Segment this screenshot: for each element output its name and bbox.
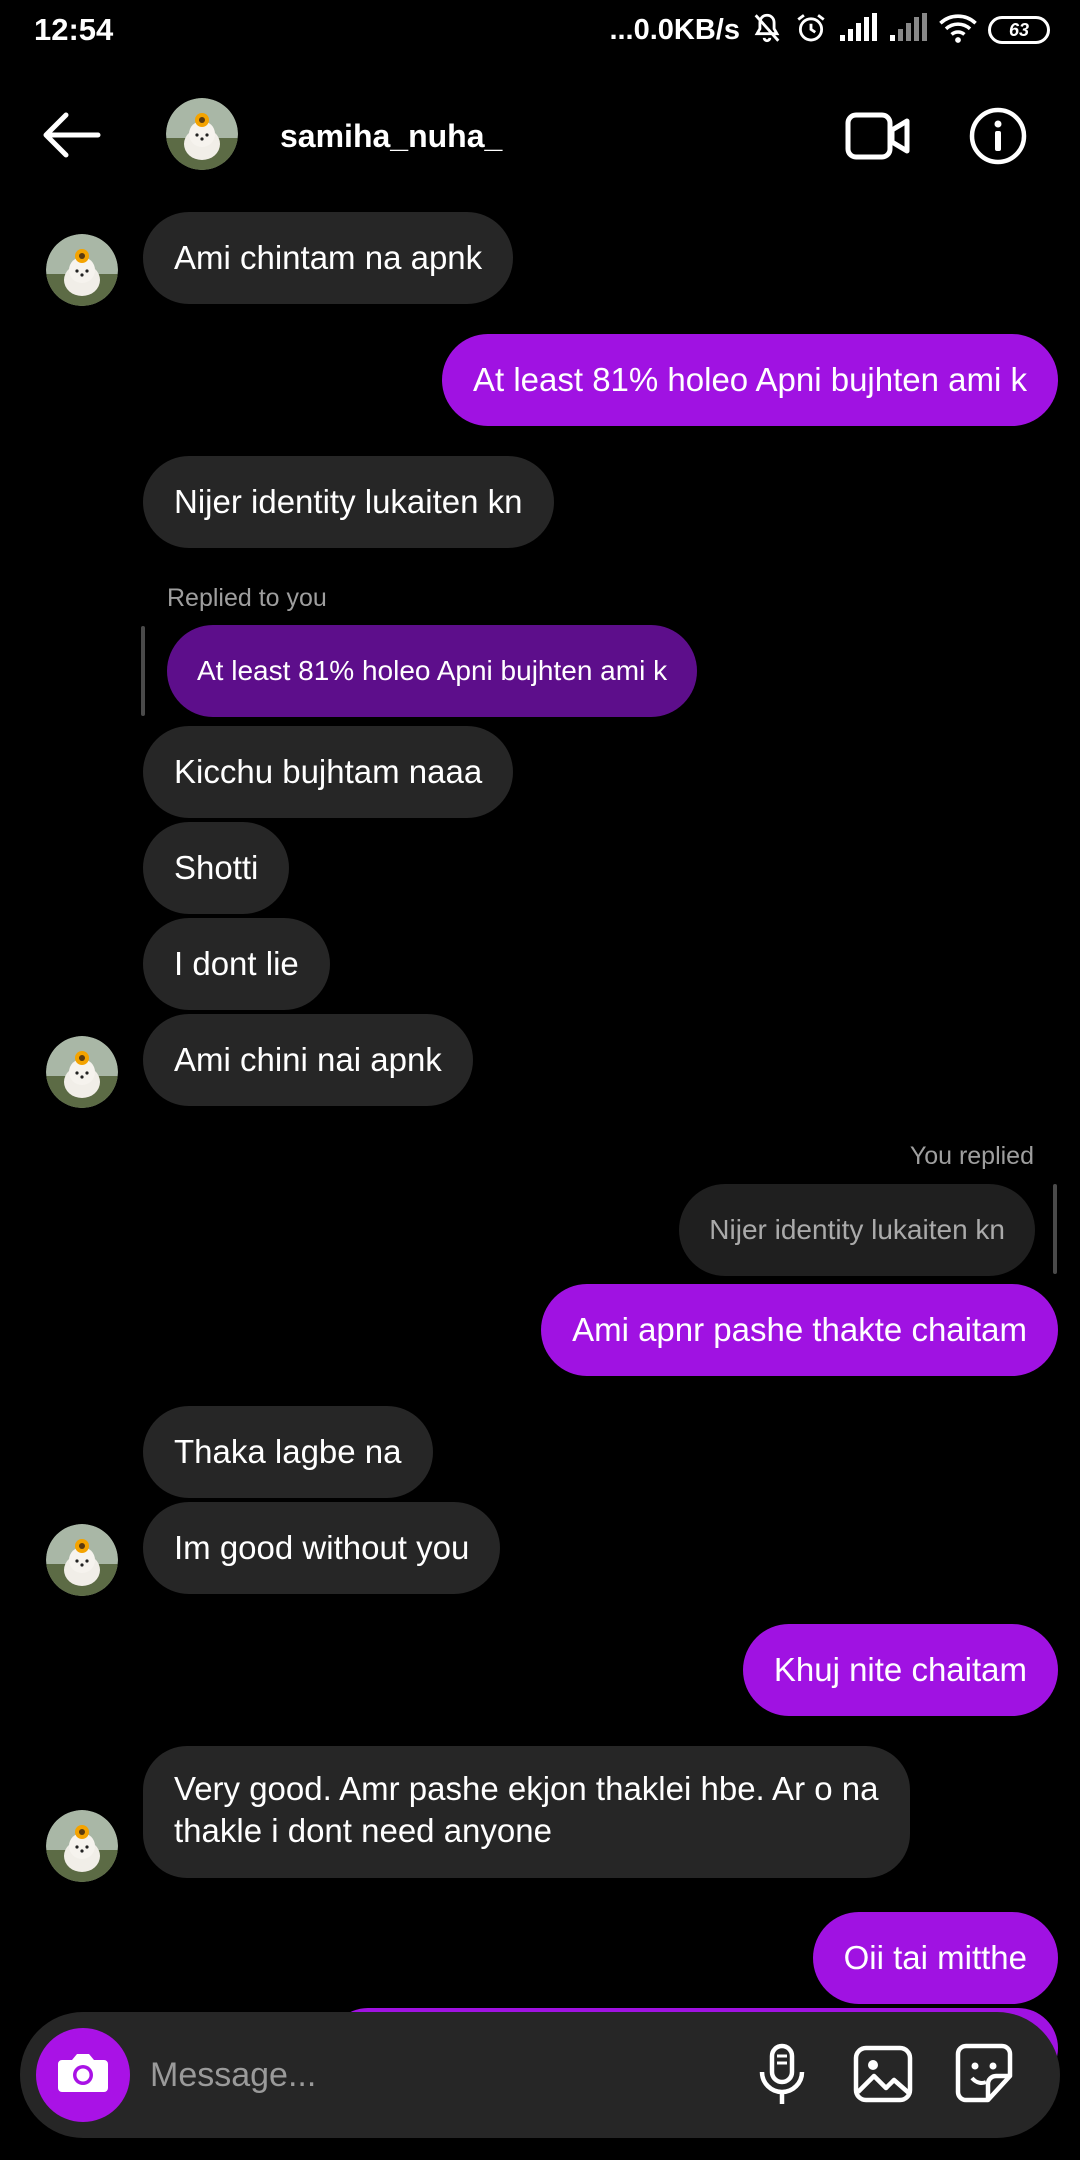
incoming-message[interactable]: Thaka lagbe na (143, 1406, 433, 1498)
back-arrow-icon (38, 112, 104, 164)
incoming-message[interactable]: Shotti (143, 822, 290, 914)
quoted-message[interactable]: Nijer identity lukaiten kn (679, 1184, 1035, 1276)
incoming-message[interactable]: I dont lie (143, 918, 330, 1010)
incoming-message[interactable]: Very good. Amr pashe ekjon thaklei hbe. … (143, 1746, 910, 1878)
avatar[interactable] (46, 234, 118, 306)
incoming-message[interactable]: Im good without you (143, 1502, 501, 1594)
network-speed: ...0.0KB/s (609, 13, 740, 46)
status-bar: 12:54 ...0.0KB/s 63 (0, 0, 1080, 62)
message-input[interactable] (150, 2040, 750, 2110)
wifi-icon (938, 12, 978, 49)
microphone-button[interactable] (750, 2042, 814, 2108)
incoming-message[interactable]: Ami chini nai apnk (143, 1014, 473, 1106)
video-call-icon (845, 112, 911, 166)
outgoing-message[interactable]: Ami apnr pashe thakte chaitam (541, 1284, 1058, 1376)
outgoing-message[interactable]: Khuj nite chaitam (742, 1624, 1058, 1716)
chat-header: samiha_nuha_ (0, 80, 1080, 190)
chat-username[interactable]: samiha_nuha_ (280, 118, 502, 155)
avatar[interactable] (166, 98, 238, 170)
camera-button[interactable] (36, 2028, 130, 2122)
info-button[interactable] (968, 106, 1028, 166)
info-icon (968, 107, 1028, 170)
microphone-icon (750, 2043, 814, 2112)
signal-icon (888, 12, 928, 48)
mute-icon (750, 11, 784, 50)
back-button[interactable] (38, 110, 104, 160)
outgoing-message[interactable]: Oii tai mitthe (812, 1912, 1058, 2004)
incoming-message[interactable]: Ami chintam na apnk (143, 212, 514, 304)
incoming-message[interactable]: Kicchu bujhtam naaa (143, 726, 514, 818)
gallery-icon (852, 2045, 914, 2110)
avatar[interactable] (46, 1036, 118, 1108)
reply-bar (1053, 1184, 1057, 1274)
camera-icon (56, 2050, 110, 2101)
quoted-message[interactable]: At least 81% holeo Apni bujhten ami k (167, 625, 698, 717)
avatar[interactable] (46, 1810, 118, 1882)
avatar[interactable] (46, 1524, 118, 1596)
message-composer (20, 2012, 1060, 2138)
status-icons: ...0.0KB/s 63 (609, 10, 1050, 50)
sticker-button[interactable] (952, 2040, 1016, 2106)
reply-bar (141, 626, 145, 716)
gallery-button[interactable] (852, 2040, 914, 2106)
incoming-message[interactable]: Nijer identity lukaiten kn (143, 456, 554, 548)
outgoing-message[interactable]: At least 81% holeo Apni bujhten ami k (441, 334, 1058, 426)
battery-indicator: 63 (988, 16, 1050, 44)
status-time: 12:54 (34, 12, 114, 47)
reply-label: Replied to you (167, 584, 327, 612)
reply-label: You replied (909, 1142, 1034, 1170)
video-call-button[interactable] (845, 110, 911, 162)
signal-icon (838, 12, 878, 48)
sticker-icon (952, 2043, 1016, 2110)
alarm-icon (794, 11, 828, 50)
